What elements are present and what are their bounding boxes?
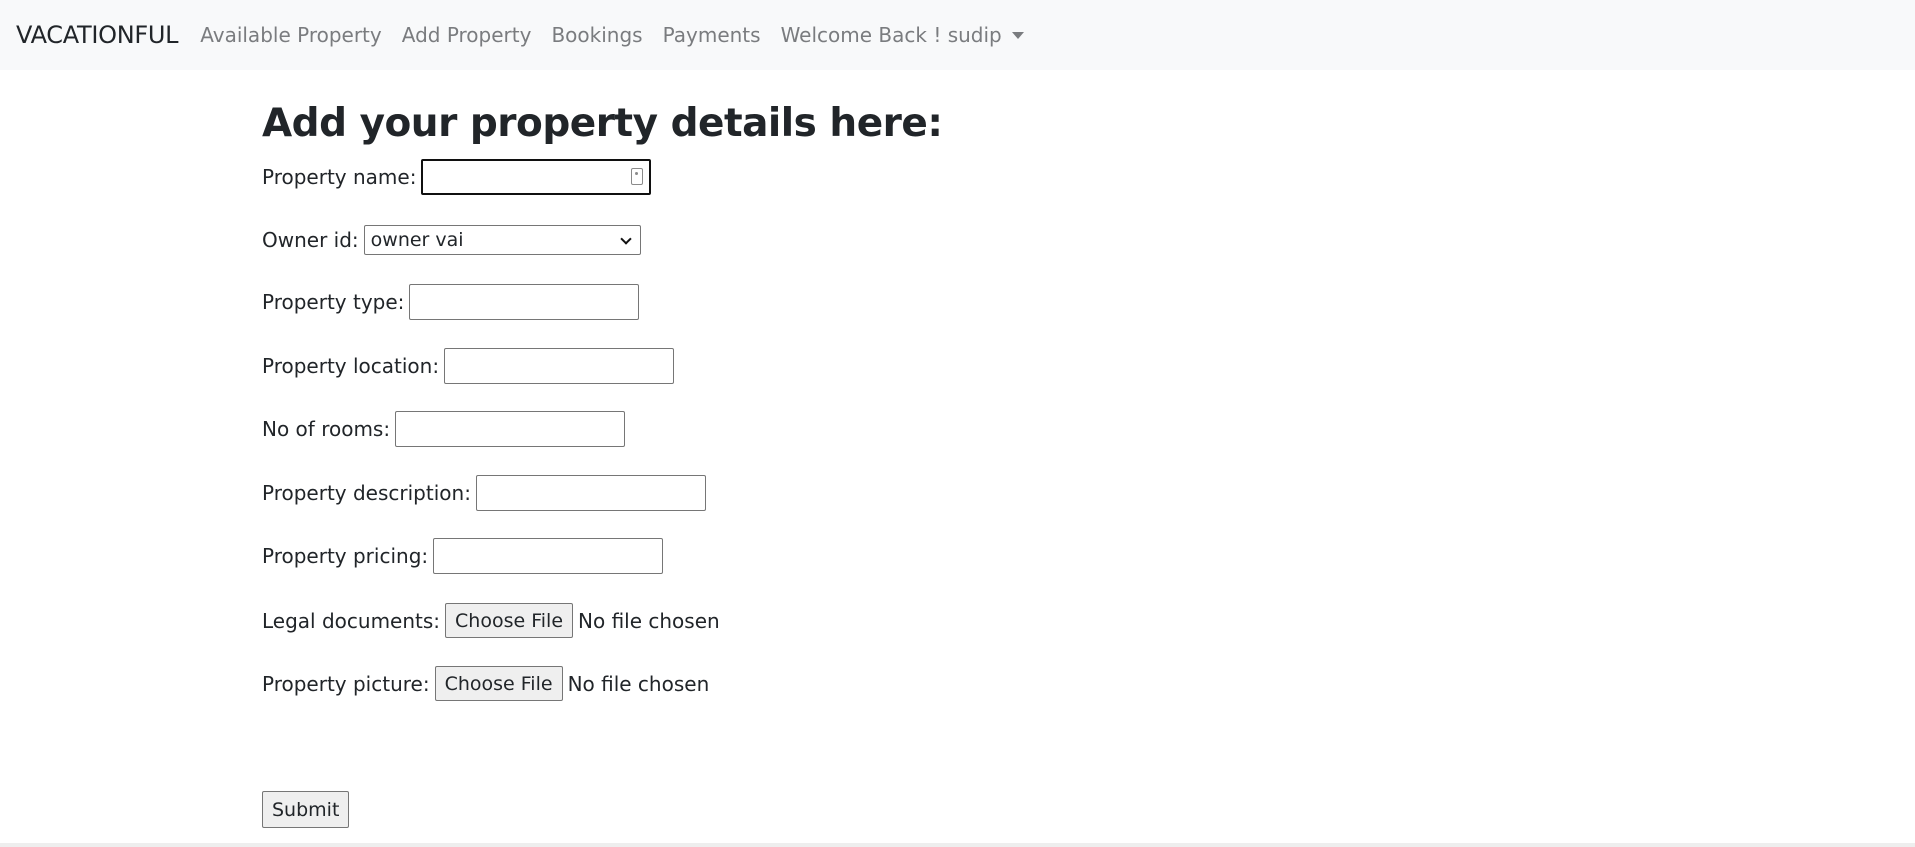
property-picture-file-status: No file chosen: [567, 671, 710, 696]
legal-documents-row: Legal documents: Choose File No file cho…: [262, 603, 720, 638]
owner-row: Owner id: owner vai: [262, 225, 641, 255]
property-location-row: Property location:: [262, 348, 675, 384]
page-bottom-divider: [0, 843, 1915, 847]
property-name-label: Property name:: [262, 165, 417, 189]
user-dropdown-label: Welcome Back ! sudip: [780, 23, 1002, 47]
add-property-form: Add your property details here: Property…: [262, 70, 943, 828]
pricing-label: Property pricing:: [262, 544, 429, 568]
owner-id-selected: owner vai: [370, 229, 464, 251]
rooms-label: No of rooms:: [262, 417, 391, 441]
nav-add-property[interactable]: Add Property: [392, 23, 542, 47]
property-type-row: Property type:: [262, 284, 640, 320]
user-dropdown[interactable]: Welcome Back ! sudip: [771, 23, 1034, 47]
pricing-row: Property pricing:: [262, 538, 664, 574]
description-label: Property description:: [262, 481, 471, 505]
description-input[interactable]: [475, 475, 706, 511]
rooms-row: No of rooms:: [262, 411, 626, 447]
nav-bookings[interactable]: Bookings: [541, 23, 652, 47]
owner-id-label: Owner id:: [262, 228, 359, 252]
brand-logo[interactable]: VACATIONFUL: [16, 21, 179, 49]
legal-documents-label: Legal documents:: [262, 608, 441, 633]
property-picture-label: Property picture:: [262, 671, 430, 696]
pricing-input[interactable]: [433, 538, 664, 574]
property-location-input[interactable]: [444, 348, 675, 384]
property-type-label: Property type:: [262, 290, 405, 314]
rooms-input[interactable]: [395, 411, 626, 447]
property-picture-row: Property picture: Choose File No file ch…: [262, 666, 709, 701]
navbar: VACATIONFUL Available Property Add Prope…: [0, 0, 1915, 70]
nav-payments[interactable]: Payments: [653, 23, 771, 47]
page-title: Add your property details here:: [262, 101, 943, 146]
caret-down-icon: [1011, 32, 1024, 39]
legal-documents-choose-file-button[interactable]: Choose File: [445, 603, 574, 638]
contact-autofill-icon[interactable]: [631, 168, 644, 185]
chevron-down-icon: [619, 233, 632, 245]
property-picture-choose-file-button[interactable]: Choose File: [434, 666, 563, 701]
property-type-input[interactable]: [409, 284, 640, 320]
nav-available-property[interactable]: Available Property: [190, 23, 392, 47]
owner-id-select[interactable]: owner vai: [363, 225, 641, 255]
description-row: Property description:: [262, 475, 706, 511]
property-name-row: Property name:: [262, 159, 652, 195]
submit-button[interactable]: Submit: [262, 791, 350, 828]
legal-documents-file-status: No file chosen: [578, 608, 720, 633]
property-location-label: Property location:: [262, 354, 440, 378]
property-name-input[interactable]: [421, 159, 652, 195]
